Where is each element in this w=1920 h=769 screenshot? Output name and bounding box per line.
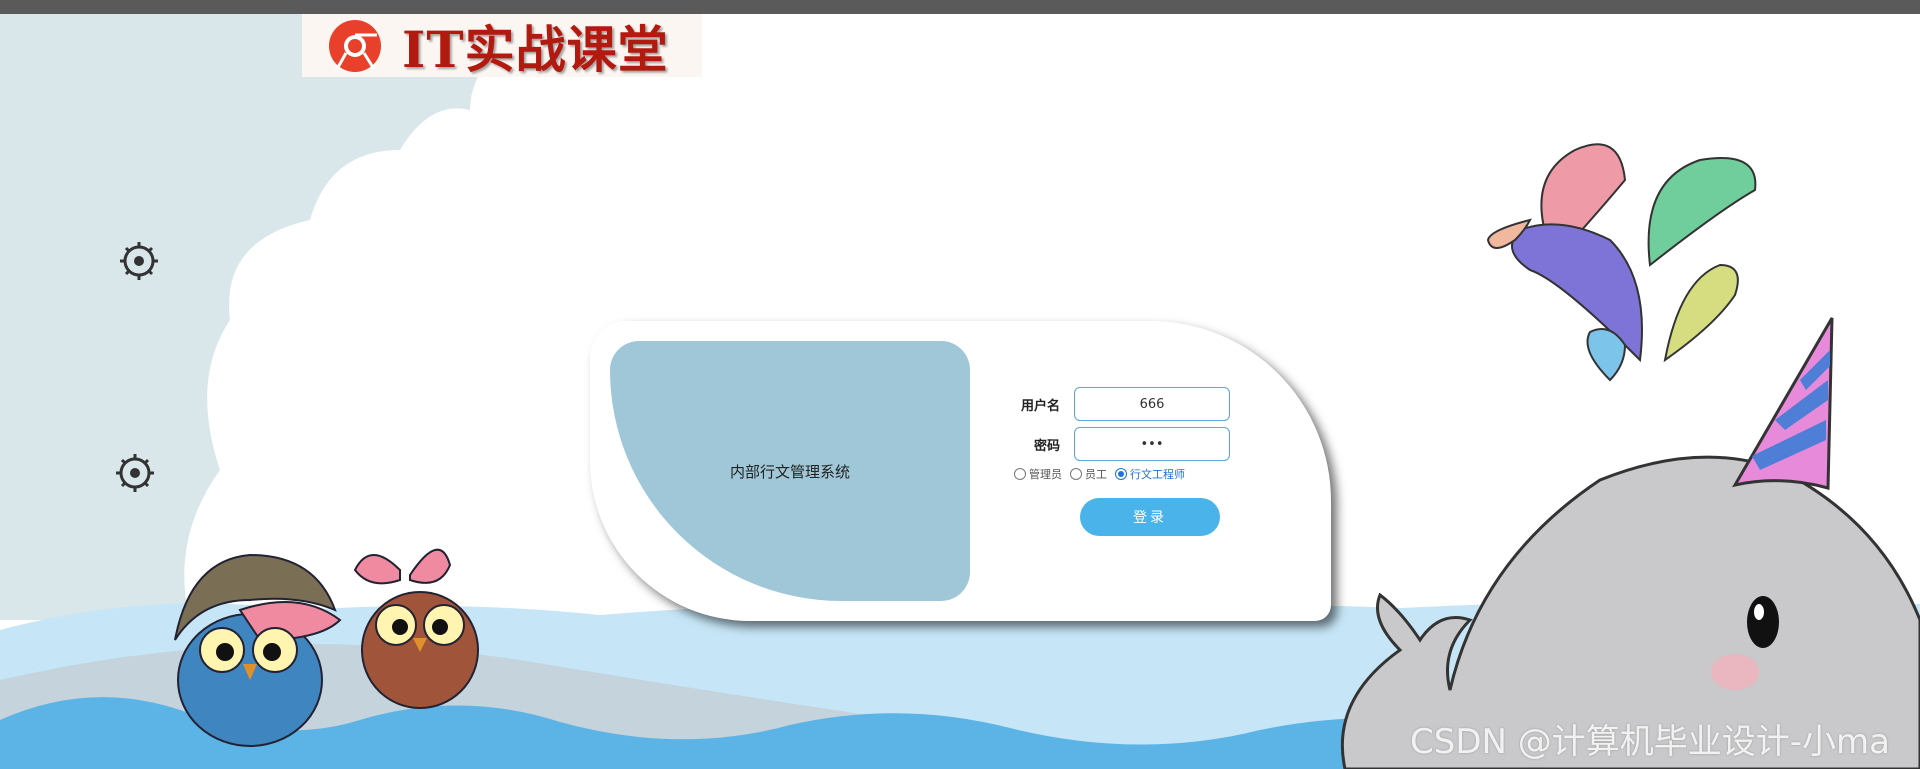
- username-row: 用户名 666: [1010, 384, 1230, 424]
- role-option-engineer[interactable]: 行文工程师: [1115, 466, 1185, 482]
- login-card: 内部行文管理系统 用户名 666 密码 ••• 管理员 员工 行文工程师 登录: [590, 321, 1331, 621]
- radio-engineer[interactable]: [1115, 468, 1127, 480]
- brand-logo-icon: [329, 19, 381, 72]
- role-radio-group: 管理员 员工 行文工程师: [1014, 466, 1185, 482]
- password-row: 密码 •••: [1010, 424, 1230, 464]
- role-option-employee[interactable]: 员工: [1070, 466, 1107, 482]
- brand-header: IT实战课堂: [302, 14, 702, 79]
- watermark: CSDN @计算机毕业设计-小ma: [1410, 722, 1890, 762]
- system-title-panel: 内部行文管理系统: [610, 341, 970, 601]
- gear-icon: [116, 454, 154, 492]
- role-label-employee: 员工: [1085, 468, 1107, 481]
- password-input[interactable]: •••: [1074, 427, 1230, 461]
- role-option-admin[interactable]: 管理员: [1014, 466, 1062, 482]
- owl-brown-illustration: [353, 548, 479, 709]
- radio-admin[interactable]: [1014, 468, 1026, 480]
- water-splash: [1486, 143, 1757, 382]
- username-label: 用户名: [1020, 398, 1060, 414]
- login-button[interactable]: 登录: [1080, 498, 1220, 536]
- role-label-engineer: 行文工程师: [1130, 468, 1185, 481]
- brand-name: IT实战课堂: [402, 19, 669, 79]
- role-label-admin: 管理员: [1029, 468, 1062, 481]
- sky-left: [0, 14, 540, 620]
- browser-top-bar: [0, 0, 1920, 14]
- gear-icon: [120, 242, 158, 280]
- system-title: 内部行文管理系统: [729, 462, 850, 481]
- whale-illustration: [1340, 317, 1920, 769]
- password-label: 密码: [1033, 438, 1060, 454]
- username-input[interactable]: 666: [1074, 387, 1230, 421]
- radio-employee[interactable]: [1070, 468, 1082, 480]
